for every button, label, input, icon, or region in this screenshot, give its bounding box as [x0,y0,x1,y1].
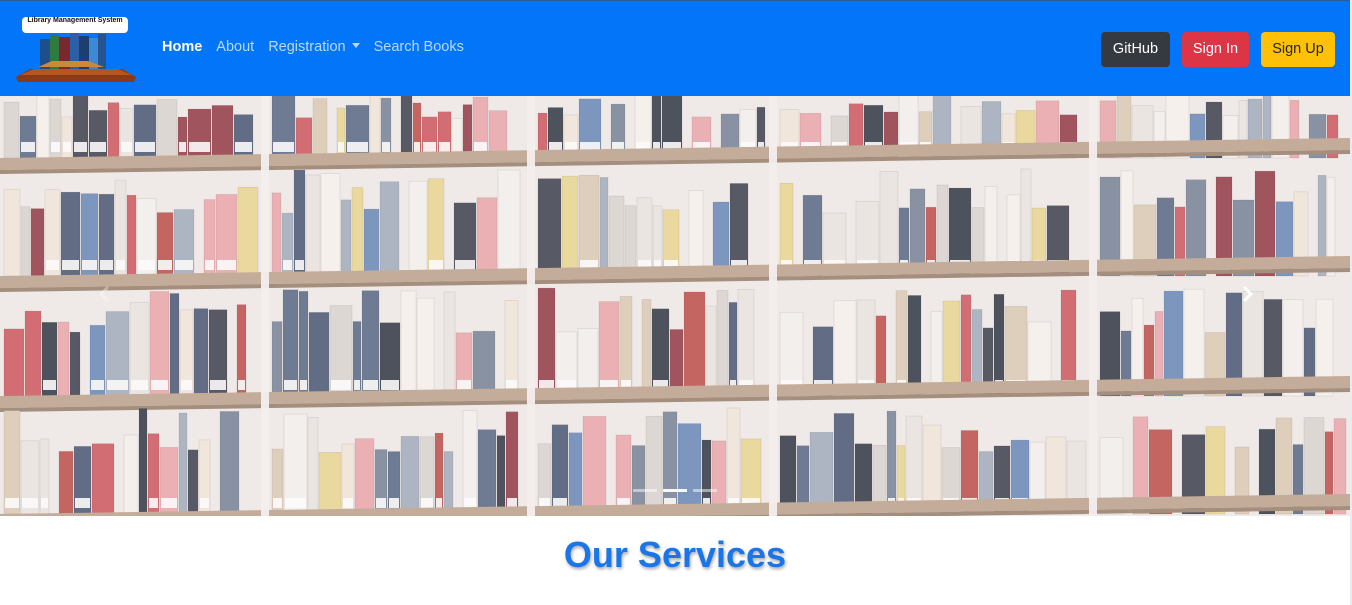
chevron-right-icon[interactable] [1236,283,1258,305]
services-heading: Our Services [563,534,787,575]
caret-down-icon [351,43,360,48]
github-button[interactable]: GitHub [1101,32,1170,67]
nav-link-home[interactable]: Home [162,39,202,55]
chevron-left-icon[interactable] [94,283,116,305]
top-navbar: Library Management System Home About Reg… [0,0,1352,96]
sign-up-button[interactable]: Sign Up [1261,32,1335,67]
carousel-indicator-active[interactable] [663,489,687,492]
nav-link-registration[interactable]: Registration [268,39,360,55]
logo-text: Library Management System [22,17,128,33]
registration-label: Registration [268,39,346,55]
site-logo[interactable]: Library Management System [16,15,136,83]
nav-links: Home About Registration Search Books [162,39,464,55]
carousel-indicators [0,489,1350,492]
bookshelf-image [0,96,1350,516]
nav-link-search-books[interactable]: Search Books [374,39,464,55]
sign-in-button[interactable]: Sign In [1182,32,1249,67]
carousel-indicator[interactable] [633,489,657,492]
hero-carousel [0,96,1350,516]
nav-link-about[interactable]: About [216,39,254,55]
carousel-indicator[interactable] [693,489,717,492]
